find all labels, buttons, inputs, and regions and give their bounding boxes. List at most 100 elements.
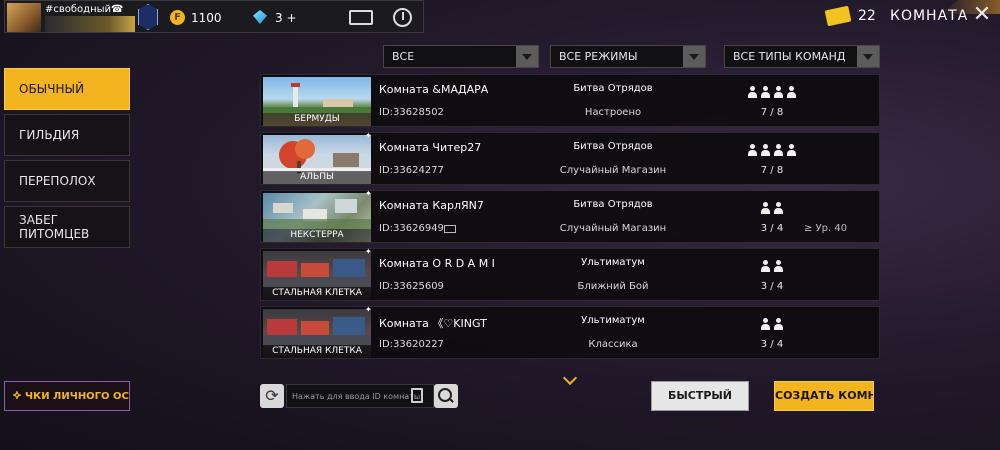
room-name: Комната 《♡KINGT — [379, 317, 487, 330]
room-submode: Ближний Бой — [577, 281, 649, 292]
region-filter-value: ВСЕ — [392, 50, 415, 63]
room-id: ID:33628502 — [379, 107, 444, 118]
room-submode: Случайный Магазин — [559, 223, 667, 234]
mode-filter-value: ВСЕ РЕЖИМЫ — [559, 50, 638, 63]
personal-points-label: ЧКИ ЛИЧНОГО ОСТ — [24, 390, 130, 402]
room-id: ID:33620227 — [379, 339, 444, 350]
room-name: Комната Читер27 — [379, 141, 482, 154]
sidebar-item-label: ОБЫЧНЫЙ — [19, 82, 85, 96]
room-row[interactable]: СТАЛЬНАЯ КЛЕТКА ✦ Комната О R D A M I ID… — [260, 247, 880, 301]
search-button[interactable] — [434, 384, 458, 408]
personal-points-button[interactable]: ⯎ ЧКИ ЛИЧНОГО ОСТ — [4, 381, 130, 411]
sidebar-item-normal[interactable]: ОБЫЧНЫЙ — [4, 68, 130, 110]
player-icon — [760, 144, 771, 156]
player-count: 3 / 4 — [760, 223, 784, 234]
player-count: 7 / 8 — [760, 107, 784, 118]
favorite-star-icon: ✦ — [365, 189, 372, 198]
quick-join-button[interactable]: БЫСТРЫЙ ВХОД — [651, 381, 749, 430]
avatar[interactable] — [7, 3, 41, 32]
room-submode: Случайный Магазин — [559, 165, 667, 176]
paste-clipboard-icon[interactable] — [411, 388, 423, 403]
room-name: Комната &МАДАРА — [379, 83, 489, 96]
map-name: СТАЛЬНАЯ КЛЕТКА — [263, 287, 371, 300]
map-thumbnail: БЕРМУДЫ — [263, 77, 371, 126]
scroll-down-chevron-icon[interactable] — [562, 370, 578, 386]
player-icon — [773, 318, 784, 330]
room-id: ID:33625609 — [379, 281, 444, 292]
player-slots — [731, 141, 813, 160]
team-type-filter-value: ВСЕ ТИПЫ КОМАНД — [733, 50, 846, 63]
player-slots — [731, 257, 813, 276]
map-thumbnail: АЛЬПЫ — [263, 135, 371, 184]
player-icon — [747, 144, 758, 156]
room-submode: Настроено — [584, 107, 642, 118]
chevron-down-icon[interactable] — [857, 46, 879, 67]
nickname: #свободный☎ — [45, 4, 124, 15]
room-id: ID:33626949 — [379, 223, 444, 234]
mode-filter-select[interactable]: ВСЕ РЕЖИМЫ — [550, 45, 706, 68]
player-slots — [731, 83, 813, 102]
map-thumbnail: НЕКСТЕРРА — [263, 193, 371, 242]
rank-badge-icon[interactable] — [138, 4, 158, 30]
refresh-button[interactable]: ⟳ — [260, 384, 284, 408]
player-icon — [773, 86, 784, 98]
sidebar-item-pet-race[interactable]: ЗАБЕГ ПИТОМЦЕВ — [4, 206, 130, 248]
card-icon[interactable] — [349, 10, 373, 25]
team-type-filter-select[interactable]: ВСЕ ТИПЫ КОМАНД — [724, 45, 880, 68]
room-mode: Битва Отрядов — [573, 141, 653, 152]
room-mode: Ультиматум — [581, 315, 645, 326]
top-bar: #свободный☎ F 1100 3 + 22 КОМНАТА ✕ — [0, 0, 1000, 36]
player-icon — [773, 202, 784, 214]
favorite-star-icon: ✦ — [365, 247, 372, 256]
sidebar: ОБЫЧНЫЙ ГИЛЬДИЯ ПЕРЕПОЛОХ ЗАБЕГ ПИТОМЦЕВ — [4, 68, 130, 252]
sidebar-item-label: ГИЛЬДИЯ — [19, 128, 80, 142]
room-list: БЕРМУДЫ Комната &МАДАРА ID:33628502 Битв… — [260, 74, 880, 364]
level-requirement: ≥ Ур. 40 — [804, 223, 848, 234]
player-count: 3 / 4 — [760, 339, 784, 350]
chevron-down-icon[interactable] — [516, 46, 538, 67]
player-slots — [731, 199, 813, 218]
player-icon — [786, 86, 797, 98]
create-room-button[interactable]: СОЗДАТЬ КОМНАТУ — [774, 381, 874, 411]
map-name: БЕРМУДЫ — [263, 113, 371, 126]
player-icon — [786, 144, 797, 156]
sidebar-item-guild[interactable]: ГИЛЬДИЯ — [4, 114, 130, 156]
region-filter-select[interactable]: ВСЕ — [383, 45, 539, 68]
player-icon — [760, 260, 771, 272]
map-name: АЛЬПЫ — [263, 171, 371, 184]
room-row[interactable]: НЕКСТЕРРА ✦ Комната КарлЯN7 ID:33626949 … — [260, 189, 880, 243]
room-name: Комната О R D A M I — [379, 257, 495, 270]
player-icon — [760, 318, 771, 330]
room-row[interactable]: АЛЬПЫ ✦ Комната Читер27 ID:33624277 Битв… — [260, 131, 880, 185]
gold-coin-icon: F — [170, 10, 185, 25]
spectate-icon — [444, 225, 456, 233]
profile-panel[interactable]: #свободный☎ F 1100 3 + — [4, 0, 424, 33]
page-title: КОМНАТА — [890, 8, 969, 24]
room-id: ID:33624277 — [379, 165, 444, 176]
favorite-star-icon: ✦ — [365, 131, 372, 140]
player-icon — [760, 202, 771, 214]
gauge-icon[interactable] — [393, 8, 412, 27]
room-card-count: 22 — [858, 8, 876, 24]
coin-balance: 1100 — [191, 11, 222, 25]
room-mode: Битва Отрядов — [573, 83, 653, 94]
chevron-down-icon[interactable] — [683, 46, 705, 67]
room-mode: Битва Отрядов — [573, 199, 653, 210]
room-submode: Классика — [588, 339, 638, 350]
room-name: Комната КарлЯN7 — [379, 199, 484, 212]
player-count: 3 / 4 — [760, 281, 784, 292]
diamond-icon — [253, 10, 267, 24]
player-count: 7 / 8 — [760, 165, 784, 176]
close-icon[interactable]: ✕ — [972, 4, 992, 26]
player-icon — [760, 86, 771, 98]
room-row[interactable]: БЕРМУДЫ Комната &МАДАРА ID:33628502 Битв… — [260, 74, 880, 127]
player-icon — [773, 260, 784, 272]
sidebar-item-label: ЗАБЕГ ПИТОМЦЕВ — [19, 213, 90, 241]
sidebar-item-chaos[interactable]: ПЕРЕПОЛОХ — [4, 160, 130, 202]
sidebar-item-label: ПЕРЕПОЛОХ — [19, 174, 96, 188]
room-row[interactable]: СТАЛЬНАЯ КЛЕТКА ✦ Комната 《♡KINGT ID:336… — [260, 305, 880, 359]
player-icon — [747, 86, 758, 98]
player-icon — [773, 144, 784, 156]
room-card-ticket-icon — [824, 5, 852, 27]
diamond-balance[interactable]: 3 + — [275, 11, 297, 25]
